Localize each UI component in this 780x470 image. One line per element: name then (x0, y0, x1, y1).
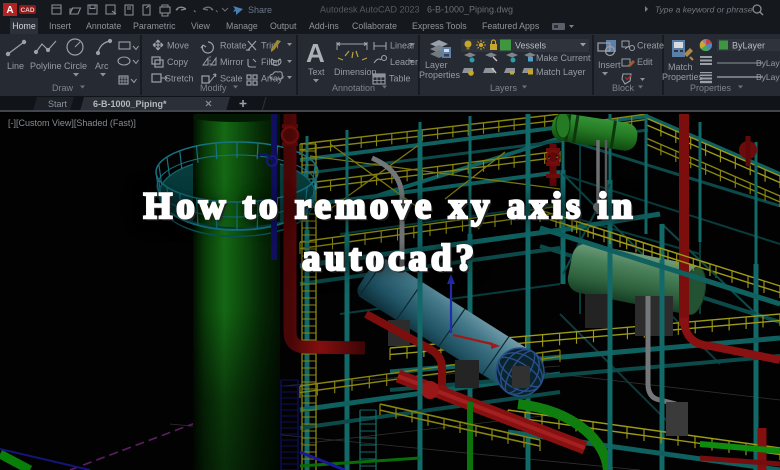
svg-text:Mirror: Mirror (220, 57, 244, 67)
svg-text:ByLay: ByLay (756, 72, 780, 82)
svg-text:Match Layer: Match Layer (536, 67, 586, 77)
svg-text:A: A (306, 38, 325, 68)
svg-text:Make Current: Make Current (536, 53, 591, 63)
svg-text:Match: Match (668, 62, 693, 72)
svg-text:Annotation: Annotation (332, 83, 375, 93)
svg-text:Scale: Scale (220, 74, 243, 84)
svg-text:Modify: Modify (200, 83, 227, 93)
svg-text:Circle: Circle (64, 61, 87, 71)
svg-text:CAD: CAD (20, 7, 34, 14)
svg-text:6-B-1000_Piping*: 6-B-1000_Piping* (93, 99, 167, 109)
svg-text:Draw: Draw (52, 83, 74, 93)
svg-text:Dimension: Dimension (334, 67, 377, 77)
svg-text:Properties: Properties (662, 72, 704, 82)
svg-text:Rotate: Rotate (220, 41, 247, 51)
svg-text:Vessels: Vessels (515, 41, 547, 51)
svg-text:Start: Start (48, 99, 68, 109)
svg-text:Properties: Properties (419, 70, 461, 80)
svg-text:Layer: Layer (425, 60, 448, 70)
svg-text:Line: Line (7, 61, 24, 71)
svg-text:Polyline: Polyline (30, 61, 62, 71)
svg-text:6-B-1000_Piping.dwg: 6-B-1000_Piping.dwg (427, 5, 513, 15)
svg-text:ByLay: ByLay (756, 58, 780, 68)
svg-text:Autodesk AutoCAD 2023: Autodesk AutoCAD 2023 (320, 5, 420, 15)
svg-text:Copy: Copy (167, 57, 189, 67)
svg-text:Share: Share (248, 5, 272, 15)
svg-text:A: A (6, 5, 13, 16)
svg-text:Layers: Layers (490, 83, 518, 93)
svg-text:Insert: Insert (598, 60, 621, 70)
svg-text:Edit: Edit (637, 57, 653, 67)
svg-text:Stretch: Stretch (165, 74, 194, 84)
svg-text:Type a keyword or phrase: Type a keyword or phrase (655, 5, 753, 15)
svg-text:ByLayer: ByLayer (732, 41, 765, 51)
svg-text:Text: Text (308, 67, 325, 77)
svg-text:Leader: Leader (390, 57, 418, 67)
svg-text:Table: Table (389, 74, 411, 84)
svg-text:Arc: Arc (95, 61, 109, 71)
svg-text:Move: Move (167, 41, 189, 51)
svg-text:Block: Block (612, 83, 635, 93)
svg-text:Create: Create (637, 41, 664, 51)
svg-text:Properties: Properties (690, 83, 732, 93)
